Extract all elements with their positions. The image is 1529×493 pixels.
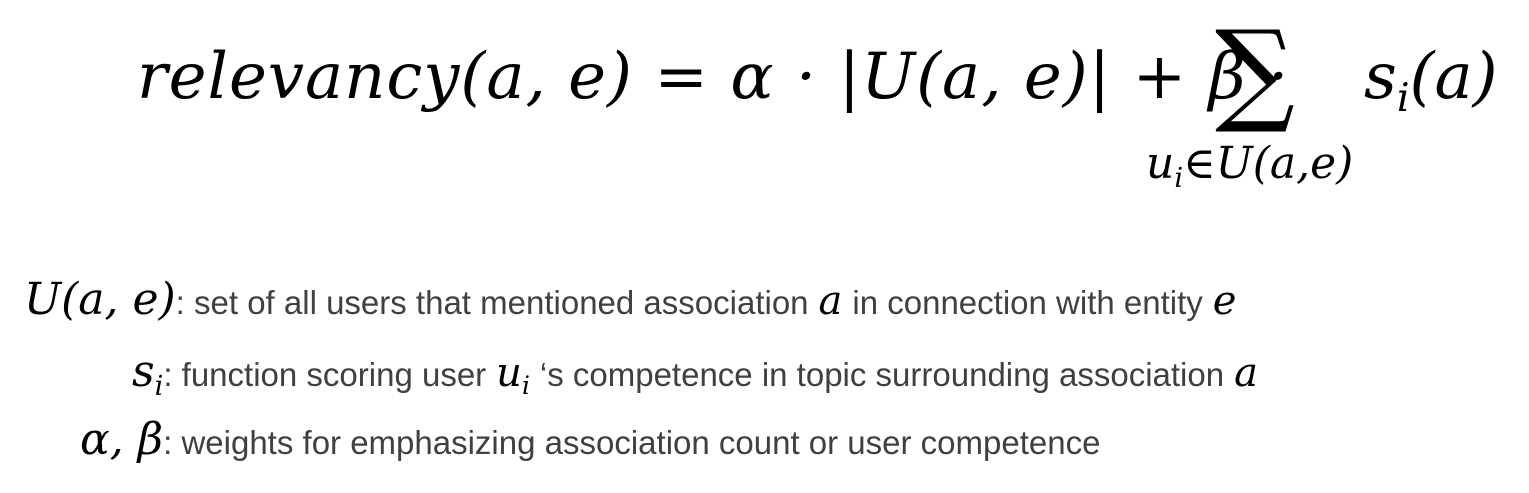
definition-inline-entity: e <box>1212 278 1237 324</box>
definition-symbol-weights: α, β <box>80 414 164 465</box>
definition-text-users-1: : set of all users that mentioned associ… <box>175 284 809 321</box>
definition-row-weights: α, β : weights for emphasizing associati… <box>80 414 1100 470</box>
definition-text-scoring-2: ‘s competence in topic surrounding assoc… <box>539 356 1225 393</box>
definition-text-weights: : weights for emphasizing association co… <box>163 424 1101 461</box>
definition-row-scoring: si : function scoring user ui ‘s compete… <box>132 346 1268 402</box>
summand-arg: (a) <box>1409 40 1498 114</box>
definition-text-scoring-1: : function scoring user <box>163 356 487 393</box>
definition-inline-user: ui <box>496 350 530 400</box>
summation-subscript-rest: ∈U(a,e) <box>1183 138 1354 189</box>
formula-lhs: relevancy(a, e) <box>137 40 633 114</box>
summation-subscript: ui∈U(a,e) <box>1146 138 1353 196</box>
definition-symbol-scoring-index: i <box>154 370 164 402</box>
definition-inline-user-var: u <box>496 350 522 396</box>
definition-inline-association-2: a <box>1234 350 1258 396</box>
definition-text-users-2: in connection with entity <box>852 284 1203 321</box>
summand-index: i <box>1396 74 1410 121</box>
summation-block: ∑ <box>1200 12 1310 132</box>
summation-symbol: ∑ <box>1215 7 1295 137</box>
summation-subscript-var: u <box>1146 138 1175 189</box>
definition-inline-user-index: i <box>521 370 530 400</box>
formula-equals: = <box>654 40 709 114</box>
summand: si(a) <box>1364 22 1498 140</box>
summation-subscript-index: i <box>1174 162 1184 194</box>
summand-var: s <box>1364 40 1397 114</box>
definition-row-users: U(a, e) : set of all users that mentione… <box>24 274 1246 330</box>
definition-symbol-scoring-var: s <box>132 346 155 397</box>
definition-symbol-scoring: si <box>132 346 163 402</box>
definition-symbol-users: U(a, e) <box>24 274 176 325</box>
relevancy-formula: relevancy(a, e) = α · |U(a, e)| + β · <box>137 22 1289 142</box>
definition-inline-association: a <box>818 278 843 324</box>
